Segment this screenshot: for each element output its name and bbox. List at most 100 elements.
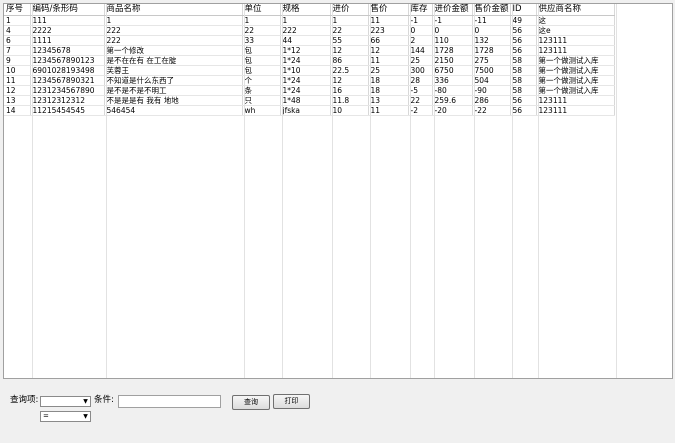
table-cell[interactable]: 58 (510, 85, 537, 96)
table-cell[interactable]: 个 (242, 75, 281, 86)
table-cell[interactable]: 123111 (536, 35, 615, 46)
table-cell[interactable]: 111 (30, 15, 105, 26)
column-header[interactable]: 单位 (242, 4, 281, 16)
table-cell[interactable]: 2222 (30, 25, 105, 36)
table-row[interactable]: 6 1111 222 33 44 55 66 2 110 132 56 123111 (4, 35, 615, 46)
table-row[interactable]: 14 11215454545 546454 wh jfska 10 11 -2 -20 -22 56… (4, 105, 615, 116)
table-cell[interactable]: 11 (368, 105, 409, 116)
table-cell[interactable]: 1*24 (280, 85, 331, 96)
column-header[interactable]: 规格 (280, 4, 331, 16)
table-cell[interactable]: 包 (242, 55, 281, 66)
table-cell[interactable]: 11.8 (330, 95, 369, 106)
table-cell[interactable]: 222 (104, 25, 243, 36)
column-header[interactable]: 进价 (330, 4, 369, 16)
table-cell[interactable]: jfska (280, 105, 331, 116)
table-cell[interactable]: 13 (368, 95, 409, 106)
table-cell[interactable]: 10 (330, 105, 369, 116)
table-cell[interactable]: 7500 (472, 65, 511, 76)
table-row[interactable]: 10 6901028193498 芙蓉王包 1*10 22.5 25 300 6750 7500… (4, 65, 615, 76)
table-cell[interactable]: 12 (330, 45, 369, 56)
table-cell[interactable]: 546454 (104, 105, 243, 116)
table-cell[interactable]: 286 (472, 95, 511, 106)
table-cell[interactable]: 1234567890321 (30, 75, 105, 86)
table-cell[interactable]: 58 (510, 75, 537, 86)
table-cell[interactable]: 25 (408, 55, 433, 66)
table-cell[interactable]: 56 (510, 45, 537, 56)
table-cell[interactable]: 259.6 (432, 95, 473, 106)
column-header[interactable]: 进价金额 (432, 4, 473, 16)
table-cell[interactable]: 300 (408, 65, 433, 76)
table-cell[interactable]: 1 (330, 15, 369, 26)
table-cell[interactable]: 14 (4, 105, 31, 116)
table-cell[interactable]: 芙蓉王 (104, 65, 243, 76)
table-cell[interactable]: 2 (408, 35, 433, 46)
table-cell[interactable]: 12 (368, 45, 409, 56)
table-cell[interactable]: -1 (408, 15, 433, 26)
table-cell[interactable]: 7 (4, 45, 31, 56)
table-cell[interactable]: 1 (4, 15, 31, 26)
table-cell[interactable]: wh (242, 105, 281, 116)
table-cell[interactable]: 1*24 (280, 75, 331, 86)
table-cell[interactable]: 44 (280, 35, 331, 46)
table-row[interactable]: 1 111 1 1 1 1 11 -1 -1 -11 49 这 (4, 15, 615, 26)
table-cell[interactable]: 58 (510, 65, 537, 76)
table-cell[interactable]: 86 (330, 55, 369, 66)
print-button[interactable]: 打印 (273, 394, 310, 409)
table-row[interactable]: 9 1234567890123 是不在在有 在工在腚包 1*24 86 11 25 2150 2… (4, 55, 615, 66)
table-cell[interactable]: 1*24 (280, 55, 331, 66)
table-cell[interactable]: 58 (510, 55, 537, 66)
table-cell[interactable]: 第一个做测试入库 (536, 55, 615, 66)
table-cell[interactable]: 1 (104, 15, 243, 26)
table-cell[interactable]: 10 (4, 65, 31, 76)
table-cell[interactable]: 12312312312 (30, 95, 105, 106)
table-cell[interactable]: 222 (104, 35, 243, 46)
table-cell[interactable]: 0 (408, 25, 433, 36)
table-cell[interactable]: 33 (242, 35, 281, 46)
table-cell[interactable]: 132 (472, 35, 511, 46)
table-cell[interactable]: 这 (536, 15, 615, 26)
column-header[interactable]: 序号 (4, 4, 31, 16)
table-cell[interactable]: 4 (4, 25, 31, 36)
table-cell[interactable]: 6 (4, 35, 31, 46)
table-cell[interactable]: 不知道是什么东西了 (104, 75, 243, 86)
table-cell[interactable]: 144 (408, 45, 433, 56)
table-cell[interactable]: 49 (510, 15, 537, 26)
column-header[interactable]: ID (510, 4, 537, 16)
table-cell[interactable]: -90 (472, 85, 511, 96)
table-cell[interactable]: 1*48 (280, 95, 331, 106)
table-cell[interactable]: 222 (280, 25, 331, 36)
table-cell[interactable]: 1728 (472, 45, 511, 56)
column-header[interactable]: 库存 (408, 4, 433, 16)
table-cell[interactable]: 9 (4, 55, 31, 66)
table-cell[interactable]: -11 (472, 15, 511, 26)
table-cell[interactable]: 是不在在有 在工在腚 (104, 55, 243, 66)
table-cell[interactable]: -5 (408, 85, 433, 96)
table-cell[interactable]: 18 (368, 85, 409, 96)
table-cell[interactable]: 不是是是有 我有 地地 (104, 95, 243, 106)
table-cell[interactable]: 1728 (432, 45, 473, 56)
table-cell[interactable]: 22 (330, 25, 369, 36)
column-header[interactable]: 商品名称 (104, 4, 243, 16)
table-cell[interactable]: 56 (510, 25, 537, 36)
table-row[interactable]: 11 1234567890321 不知道是什么东西了个 1*24 12 18 28 336 50… (4, 75, 615, 86)
table-cell[interactable]: 11 (368, 55, 409, 66)
table-row[interactable]: 13 12312312312 不是是是有 我有 地地只 1*48 11.8 13 22 259… (4, 95, 615, 106)
table-cell[interactable]: 56 (510, 105, 537, 116)
table-cell[interactable]: 56 (510, 35, 537, 46)
column-header[interactable]: 售价金额 (472, 4, 511, 16)
query-field-select[interactable]: ▼ (40, 396, 91, 407)
table-cell[interactable]: 2150 (432, 55, 473, 66)
table-cell[interactable]: 0 (472, 25, 511, 36)
table-cell[interactable]: 第一个修改 (104, 45, 243, 56)
table-cell[interactable]: 包 (242, 45, 281, 56)
table-cell[interactable]: -80 (432, 85, 473, 96)
table-cell[interactable]: 这e (536, 25, 615, 36)
table-cell[interactable]: 18 (368, 75, 409, 86)
table-cell[interactable]: 11 (368, 15, 409, 26)
table-cell[interactable]: 条 (242, 85, 281, 96)
table-cell[interactable]: 22 (408, 95, 433, 106)
table-cell[interactable]: 123111 (536, 95, 615, 106)
table-cell[interactable]: -2 (408, 105, 433, 116)
table-cell[interactable]: 12 (4, 85, 31, 96)
table-cell[interactable]: 是不是不是不明工 (104, 85, 243, 96)
